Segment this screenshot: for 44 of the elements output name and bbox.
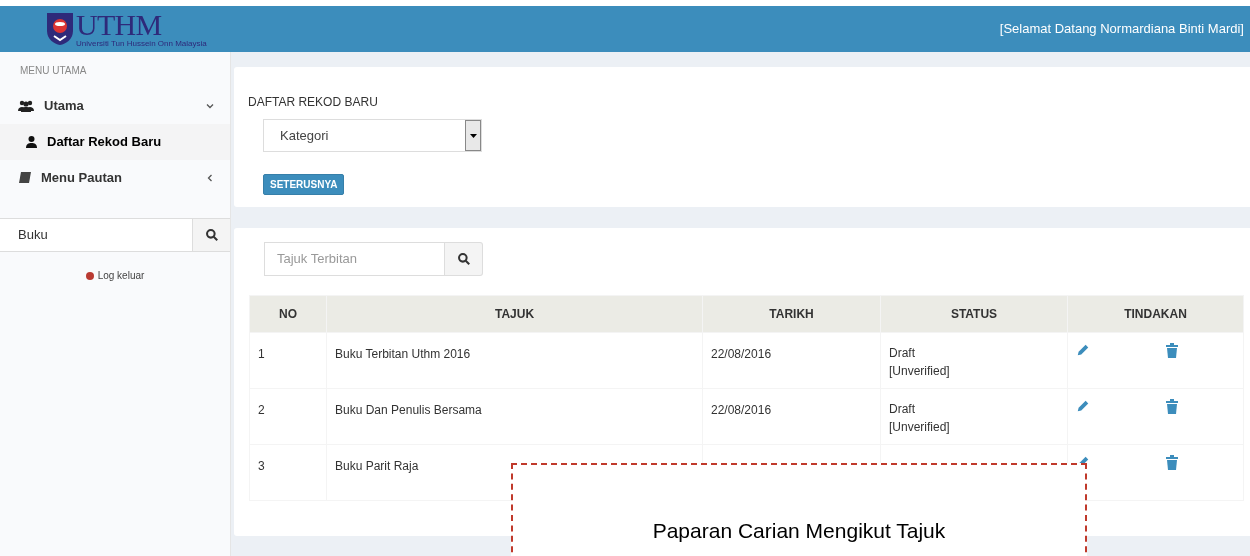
logo-subtitle: Universiti Tun Hussein Onn Malaysia	[76, 40, 207, 48]
status-text: [Unverified]	[889, 419, 951, 436]
table-cell: 22/08/2016	[711, 403, 772, 417]
next-button[interactable]: SETERUSNYA	[263, 174, 345, 195]
table-cell: 3	[249, 444, 327, 501]
pencil-icon[interactable]	[1076, 343, 1090, 357]
search-button[interactable]	[445, 242, 483, 276]
sidebar-item[interactable]: Menu Pautan	[0, 160, 230, 196]
trash-icon[interactable]	[1166, 399, 1178, 414]
table-cell: 1	[249, 332, 327, 389]
column-header: NO	[249, 295, 327, 333]
trash-icon[interactable]	[1166, 343, 1178, 358]
caret-icon	[469, 133, 477, 138]
table-cell: Buku Terbitan Uthm 2016	[326, 332, 703, 389]
book-icon	[18, 171, 31, 185]
crest-icon	[46, 12, 74, 46]
user-icon	[26, 136, 37, 148]
users-icon	[18, 100, 34, 112]
table-cell: Buku Dan Penulis Bersama	[326, 388, 703, 445]
sidebar-item[interactable]: Utama	[0, 88, 230, 124]
pencil-icon[interactable]	[1076, 399, 1090, 413]
status-text: Draft	[889, 401, 916, 418]
column-header: TARIKH	[702, 295, 881, 333]
logout-link[interactable]: Log keluar	[97, 268, 145, 283]
search-button[interactable]	[192, 219, 230, 251]
category-select[interactable]: Kategori	[263, 119, 482, 152]
status-text: [Unverified]	[889, 363, 951, 380]
column-header: TAJUK	[326, 295, 703, 333]
trash-icon[interactable]	[1166, 455, 1178, 470]
column-header: TINDAKAN	[1067, 295, 1244, 333]
column-header: STATUS	[880, 295, 1068, 333]
search-icon	[456, 252, 471, 266]
search-icon	[204, 228, 219, 242]
menu-heading: MENU UTAMA	[19, 63, 88, 78]
search-field[interactable]: Buku	[0, 219, 192, 251]
card-title: DAFTAR REKOD BARU	[248, 94, 379, 111]
status-text: Draft	[889, 345, 916, 362]
greeting-text: [Selamat Datang Normardiana Binti Mardi]	[999, 20, 1244, 39]
sidebar-item[interactable]: Daftar Rekod Baru	[0, 124, 230, 160]
title-search-field[interactable]: Tajuk Terbitan	[264, 242, 445, 276]
callout-text: Paparan Carian Mengikut Tajuk	[652, 518, 946, 544]
table-cell: 2	[249, 388, 327, 445]
logo-text: UTHM	[76, 10, 163, 40]
table-cell: 22/08/2016	[711, 347, 772, 361]
